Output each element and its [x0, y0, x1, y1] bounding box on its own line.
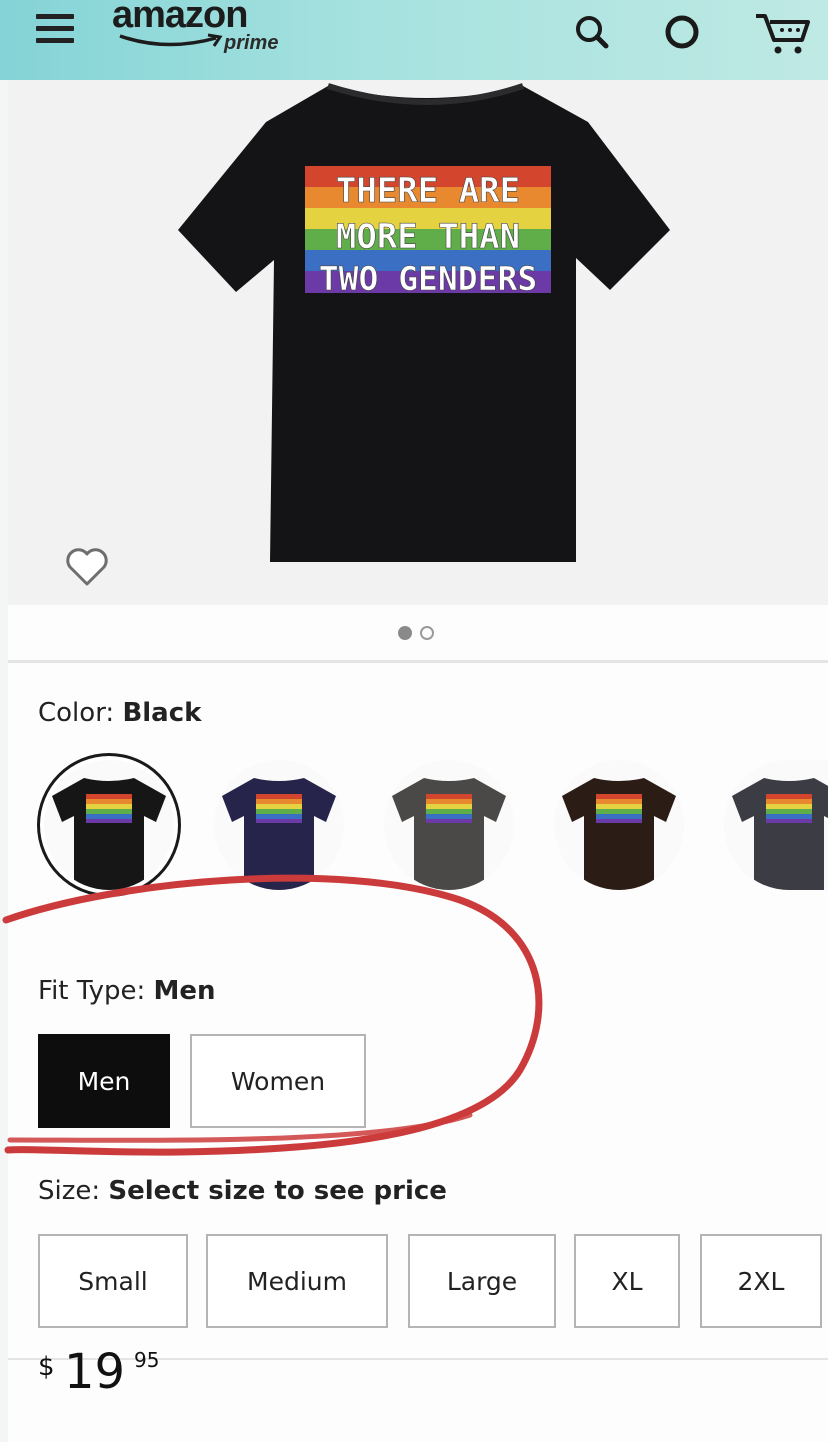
logo-smile-icon	[119, 33, 223, 47]
product-page: THERE ARE MORE THAN TWO GENDERS Color: B…	[8, 80, 828, 1442]
swatch-shirt-image	[562, 778, 676, 890]
swatch-shirt-image	[222, 778, 336, 890]
size-option-2xl[interactable]: 2XL	[700, 1234, 822, 1328]
color-selected-value: Black	[122, 698, 202, 728]
color-swatch-asphalt[interactable]	[724, 760, 828, 890]
size-option-small[interactable]: Small	[38, 1234, 188, 1328]
shirt-print-line-2: MORE THAN	[336, 217, 520, 257]
color-label: Color: Black	[38, 698, 201, 728]
price-fraction: 95	[134, 1348, 160, 1372]
price-currency: $	[38, 1352, 55, 1382]
size-prompt: Select size to see price	[108, 1176, 447, 1206]
swatch-shirt-image	[392, 778, 506, 890]
size-option-large[interactable]: Large	[408, 1234, 556, 1328]
app-header: amazon prime	[0, 0, 828, 80]
color-swatch-brown[interactable]	[554, 760, 684, 890]
product-image-area[interactable]: THERE ARE MORE THAN TWO GENDERS	[8, 80, 828, 605]
price-whole: 19	[64, 1344, 126, 1400]
search-icon[interactable]	[570, 10, 614, 54]
color-swatch-black[interactable]	[44, 760, 174, 890]
fit-option-men[interactable]: Men	[38, 1034, 170, 1128]
alexa-ring-icon[interactable]	[660, 10, 704, 54]
color-swatch-dark-heather[interactable]	[384, 760, 514, 890]
amazon-prime-logo[interactable]: amazon prime	[112, 0, 312, 64]
shirt-print-line-3: TWO GENDERS	[319, 259, 538, 298]
divider	[8, 1358, 828, 1360]
wishlist-heart-icon[interactable]	[64, 546, 110, 588]
shirt-rainbow-print: THERE ARE MORE THAN TWO GENDERS	[305, 166, 551, 298]
fit-option-women[interactable]: Women	[190, 1034, 366, 1128]
swatch-shirt-image	[52, 778, 166, 890]
swatch-shirt-image	[732, 778, 828, 890]
shirt-print-line-1: THERE ARE	[336, 171, 520, 211]
cart-icon[interactable]	[752, 10, 814, 58]
size-option-medium[interactable]: Medium	[206, 1234, 388, 1328]
color-swatch-navy[interactable]	[214, 760, 344, 890]
size-label-text: Size:	[38, 1176, 101, 1206]
fit-type-label: Fit Type: Men	[38, 976, 216, 1006]
tshirt-image: THERE ARE MORE THAN TWO GENDERS	[178, 83, 670, 562]
logo-prime: prime	[224, 32, 279, 54]
size-option-xl[interactable]: XL	[574, 1234, 680, 1328]
size-label: Size: Select size to see price	[38, 1176, 447, 1206]
fit-type-label-text: Fit Type:	[38, 976, 146, 1006]
color-label-text: Color:	[38, 698, 115, 728]
divider	[8, 660, 828, 663]
menu-icon[interactable]	[36, 14, 74, 48]
fit-type-selected-value: Men	[153, 976, 216, 1006]
image-pager-dots[interactable]	[395, 623, 455, 643]
